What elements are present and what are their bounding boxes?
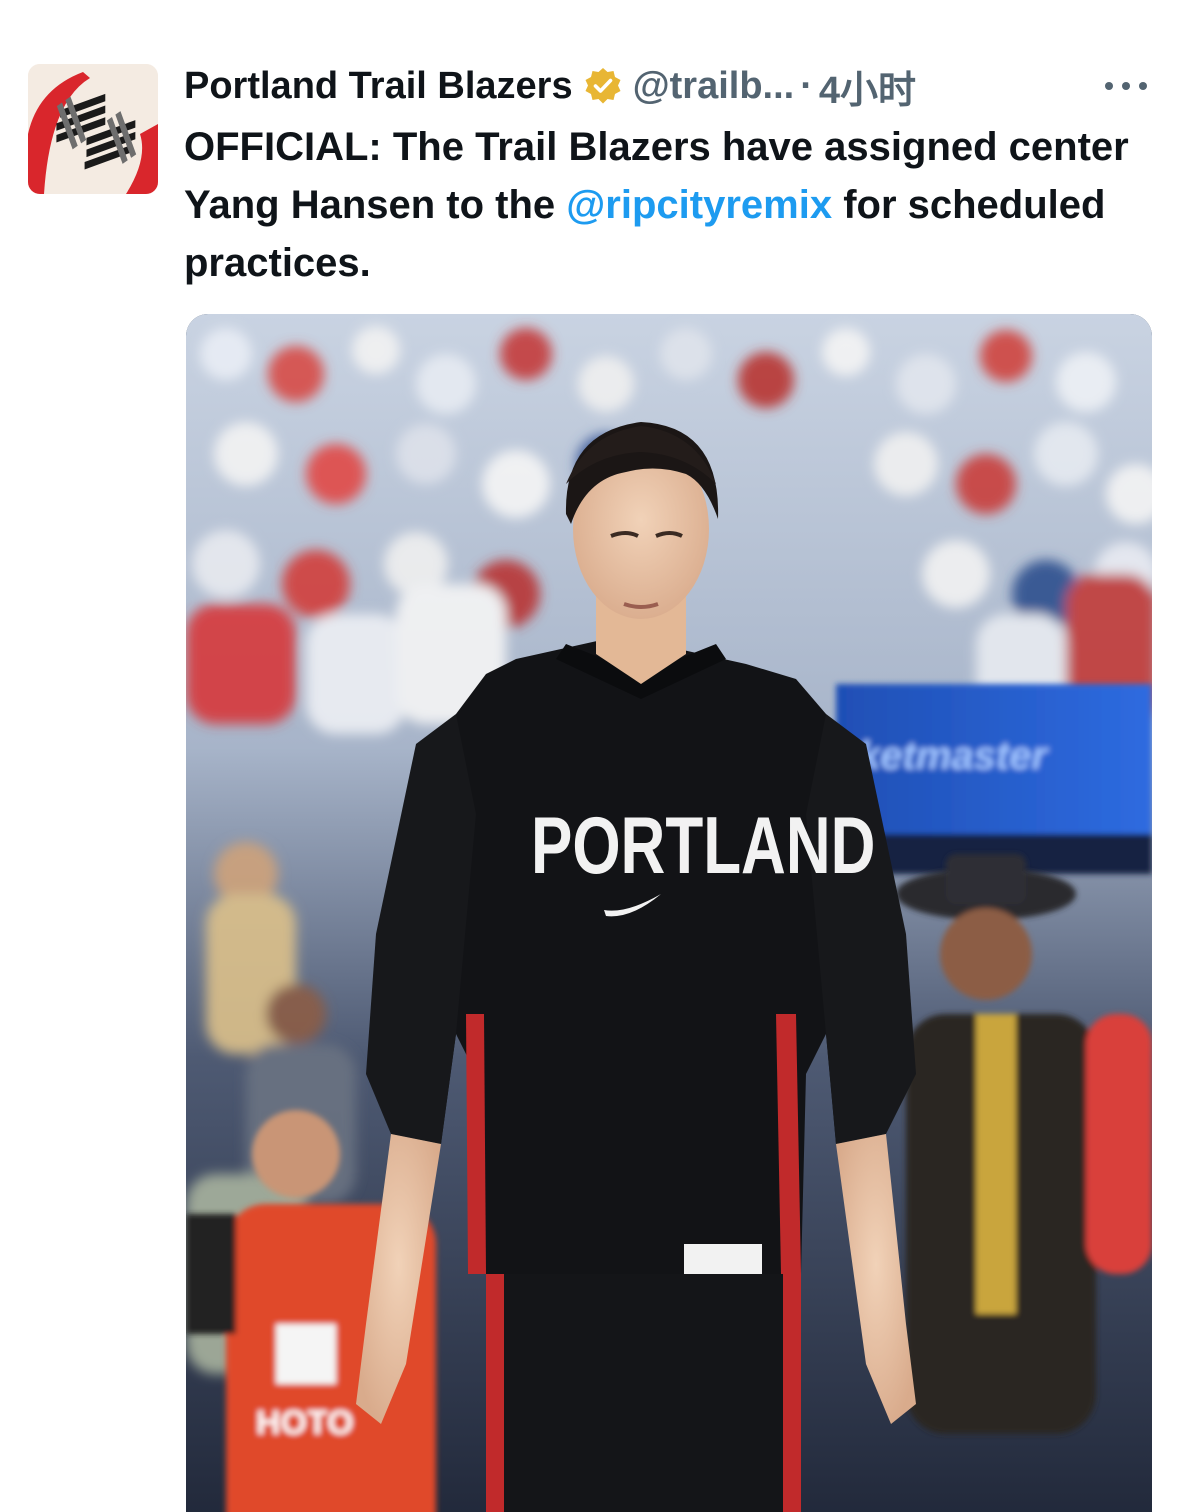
tweet-media-photo[interactable]: ketmaster HOTO PORTLAND xyxy=(186,314,1152,1512)
mention-link[interactable]: @ripcityremix xyxy=(566,183,832,227)
author-display-name[interactable]: Portland Trail Blazers xyxy=(184,65,573,108)
tweet-text: OFFICIAL: The Trail Blazers have assigne… xyxy=(184,118,1164,292)
more-options-button[interactable] xyxy=(1100,66,1152,106)
trail-blazers-pinwheel-logo-icon xyxy=(28,64,158,194)
author-handle[interactable]: @trailb... xyxy=(633,65,795,108)
svg-text:HOTO: HOTO xyxy=(256,1404,354,1442)
author-avatar[interactable] xyxy=(28,64,158,194)
verified-badge-icon[interactable] xyxy=(583,66,623,106)
svg-text:ketmaster: ketmaster xyxy=(858,734,1049,778)
tweet-header: Portland Trail Blazers @trailb... · 4小时 xyxy=(184,62,916,112)
svg-text:PORTLAND: PORTLAND xyxy=(531,801,875,891)
more-horizontal-icon xyxy=(1105,82,1147,90)
player-photo: ketmaster HOTO PORTLAND xyxy=(186,314,1152,1512)
header-separator: · xyxy=(800,64,813,107)
tweet[interactable]: Portland Trail Blazers @trailb... · 4小时 … xyxy=(0,0,1180,1512)
tweet-timestamp[interactable]: 4小时 xyxy=(819,59,916,114)
